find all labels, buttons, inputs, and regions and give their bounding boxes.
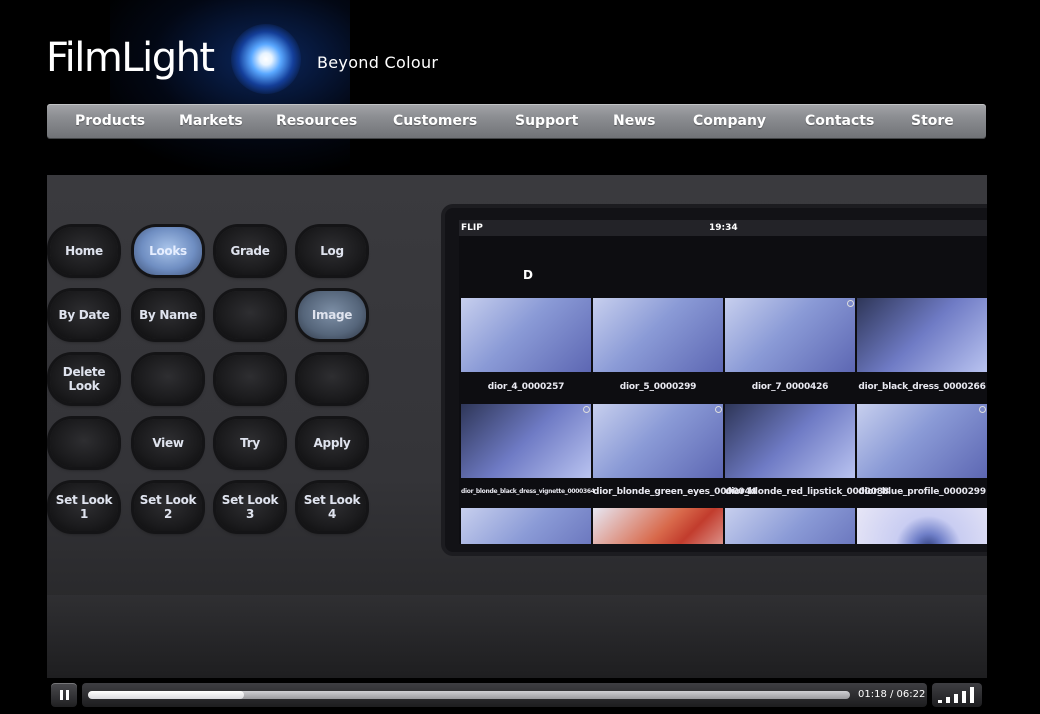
look-caption: dior_black_dress_0000266 [858, 382, 986, 392]
thumbnail-marker-icon [583, 406, 590, 413]
thumbnail-marker-icon [847, 300, 854, 307]
seek-bar-container: 01:18 / 06:22 [82, 683, 927, 707]
nav-item-company[interactable]: Company [693, 104, 766, 139]
nav-item-news[interactable]: News [613, 104, 655, 139]
nav-item-store[interactable]: Store [911, 104, 954, 139]
tagline: Beyond Colour [317, 53, 439, 72]
logo-wordmark: FilmLight [46, 35, 215, 81]
screen-status-bar: FLIP 19:34 [459, 220, 987, 236]
nav-item-support[interactable]: Support [515, 104, 578, 139]
look-thumbnail [593, 404, 723, 478]
nav-item-products[interactable]: Products [75, 104, 145, 139]
filmlight-logo[interactable]: FilmLight [46, 34, 215, 82]
pause-icon [65, 690, 69, 700]
look-caption: dior_blue_profile_0000299 [858, 487, 986, 497]
panel-key-blank [50, 419, 118, 467]
panel-key-by-date: By Date [50, 291, 118, 339]
panel-key-set-look-4: Set Look 4 [298, 483, 366, 531]
panel-key-blank [134, 355, 202, 403]
nav-item-contacts[interactable]: Contacts [805, 104, 874, 139]
pause-icon [59, 690, 63, 700]
volume-level-icon [962, 691, 966, 703]
pause-button[interactable] [51, 683, 77, 707]
look-thumbnail [857, 508, 987, 544]
site-header: FilmLight Beyond Colour [0, 0, 1040, 175]
look-caption: dior_blonde_red_lipstick_0000088 [725, 487, 889, 497]
look-thumbnail [857, 298, 987, 372]
screen-app-name: FLIP [461, 223, 483, 233]
look-caption: dior_7_0000426 [751, 382, 829, 392]
header-glow [110, 0, 350, 175]
look-thumbnail [461, 508, 591, 544]
look-thumbnail [461, 298, 591, 372]
main-nav: Products Markets Resources Customers Sup… [47, 104, 986, 139]
screen-section-letter: D [523, 268, 533, 282]
panel-key-blank [216, 291, 284, 339]
look-thumbnail [461, 404, 591, 478]
seek-bar[interactable] [88, 691, 850, 699]
panel-key-log: Log [298, 227, 366, 275]
look-caption: dior_5_0000299 [619, 382, 697, 392]
video-frame[interactable]: Home Looks Grade Log By Date By Name Ima… [47, 175, 987, 678]
panel-key-apply: Apply [298, 419, 366, 467]
volume-level-icon [946, 697, 950, 703]
video-desk-surface [47, 595, 987, 678]
panel-key-delete-look: Delete Look [50, 355, 118, 403]
volume-level-icon [970, 687, 974, 703]
panel-screen-display: FLIP 19:34 D dior_4_0000257 dior_5_00002… [459, 220, 987, 544]
panel-key-blank [298, 355, 366, 403]
seek-bar-progress [88, 691, 245, 699]
panel-key-by-name: By Name [134, 291, 202, 339]
volume-level-icon [954, 694, 958, 703]
panel-screen: FLIP 19:34 D dior_4_0000257 dior_5_00002… [445, 208, 987, 552]
panel-key-image: Image [298, 291, 366, 339]
thumbnail-marker-icon [979, 406, 986, 413]
screen-clock: 19:34 [709, 223, 738, 233]
look-caption: dior_blonde_black_dress_vignette_0000364 [461, 488, 595, 495]
look-thumbnail [593, 508, 723, 544]
look-thumbnail [593, 298, 723, 372]
look-thumbnail [725, 298, 855, 372]
volume-level-icon [938, 700, 942, 703]
panel-key-set-look-2: Set Look 2 [134, 483, 202, 531]
panel-key-grade: Grade [216, 227, 284, 275]
look-thumbnail [857, 404, 987, 478]
look-thumbnail [725, 508, 855, 544]
panel-key-view: View [134, 419, 202, 467]
panel-key-set-look-3: Set Look 3 [216, 483, 284, 531]
nav-item-resources[interactable]: Resources [276, 104, 357, 139]
time-display: 01:18 / 06:22 [858, 689, 926, 700]
panel-key-set-look-1: Set Look 1 [50, 483, 118, 531]
look-thumbnail [725, 404, 855, 478]
nav-item-customers[interactable]: Customers [393, 104, 477, 139]
look-caption: dior_blonde_green_eyes_0000044 [593, 487, 757, 497]
panel-key-home: Home [50, 227, 118, 275]
panel-key-looks: Looks [134, 227, 202, 275]
thumbnail-marker-icon [715, 406, 722, 413]
panel-key-blank [216, 355, 284, 403]
volume-button[interactable] [932, 683, 982, 707]
nav-item-markets[interactable]: Markets [179, 104, 243, 139]
look-caption: dior_4_0000257 [487, 382, 565, 392]
video-controls: 01:18 / 06:22 [47, 679, 987, 714]
panel-key-try: Try [216, 419, 284, 467]
logo-orb-icon [231, 24, 301, 94]
